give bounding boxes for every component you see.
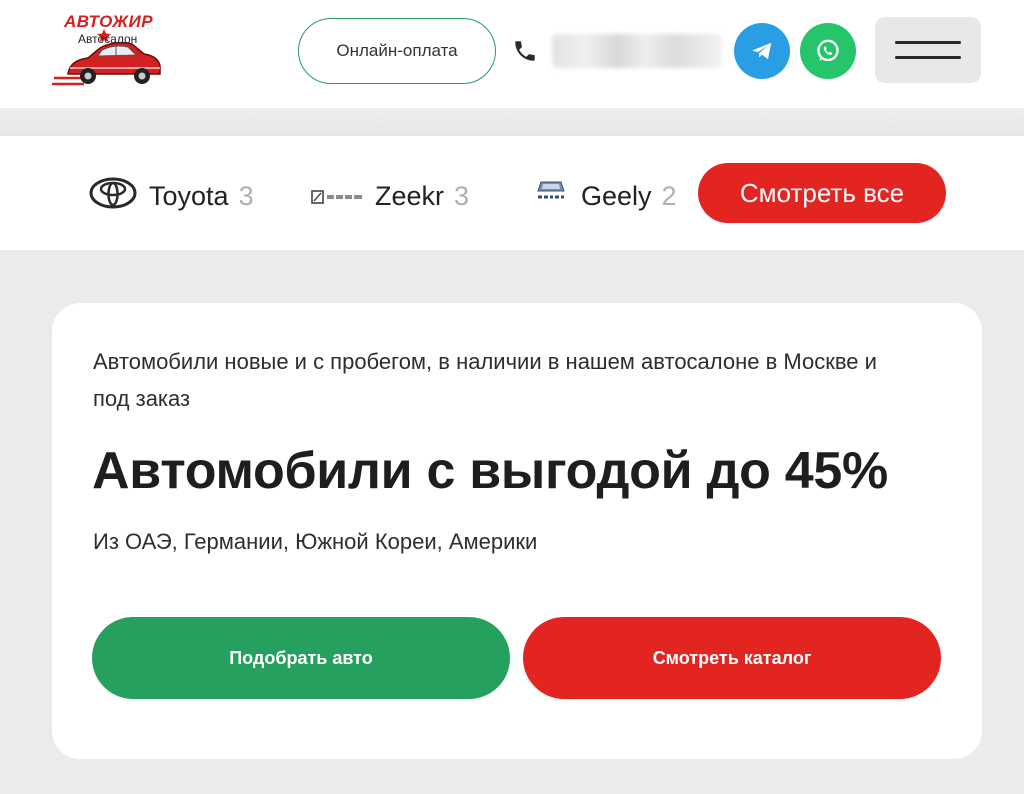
phone-icon[interactable] — [512, 38, 538, 64]
brand-item-geely[interactable]: Geely 2 — [533, 176, 677, 216]
hero-subtitle: Автомобили новые и с пробегом, в наличии… — [93, 349, 877, 411]
toyota-logo-icon — [89, 177, 137, 216]
brand-item-zeekr[interactable]: Zeekr 3 — [311, 176, 469, 216]
brand-name: Geely — [581, 180, 652, 211]
view-catalog-button[interactable]: Смотреть каталог — [523, 617, 941, 699]
brand-item-toyota[interactable]: Toyota 3 — [89, 176, 254, 216]
zeekr-logo-icon — [311, 181, 363, 212]
hamburger-menu-icon — [895, 41, 961, 44]
hamburger-menu-button[interactable] — [875, 17, 981, 83]
brand-count: 2 — [661, 180, 677, 211]
online-payment-button[interactable]: Онлайн-оплата — [298, 18, 496, 84]
brand-count: 3 — [454, 180, 470, 211]
whatsapp-icon — [817, 39, 839, 62]
telegram-button[interactable] — [734, 23, 790, 79]
whatsapp-button[interactable] — [800, 23, 856, 79]
phone-number-blurred[interactable] — [552, 34, 722, 68]
pick-car-button[interactable]: Подобрать авто — [92, 617, 510, 699]
see-all-brands-button[interactable]: Смотреть все — [698, 163, 946, 223]
logo-title: АВТОЖИР — [64, 12, 154, 31]
geely-logo-icon — [533, 179, 569, 214]
header-divider — [0, 108, 1024, 136]
site-logo[interactable]: АВТОЖИР Автосалон — [50, 8, 165, 100]
hero-card: Автомобили новые и с пробегом, в наличии… — [52, 303, 982, 759]
hamburger-menu-icon-line — [895, 56, 961, 59]
brand-name: Toyota — [149, 180, 229, 211]
site-header: АВТОЖИР Автосалон Онлайн-оплата — [0, 0, 1024, 108]
hero-title: Автомобили с выгодой до 45% — [92, 442, 888, 500]
telegram-icon — [752, 42, 772, 60]
brand-count: 3 — [238, 180, 254, 211]
brand-filter-bar: Toyota 3 Zeekr 3 Geely 2 Смотреть все — [0, 136, 1024, 250]
brand-name: Zeekr — [375, 180, 445, 211]
logo-subtitle: Автосалон — [78, 32, 138, 46]
hero-countries: Из ОАЭ, Германии, Южной Кореи, Америки — [93, 529, 538, 554]
